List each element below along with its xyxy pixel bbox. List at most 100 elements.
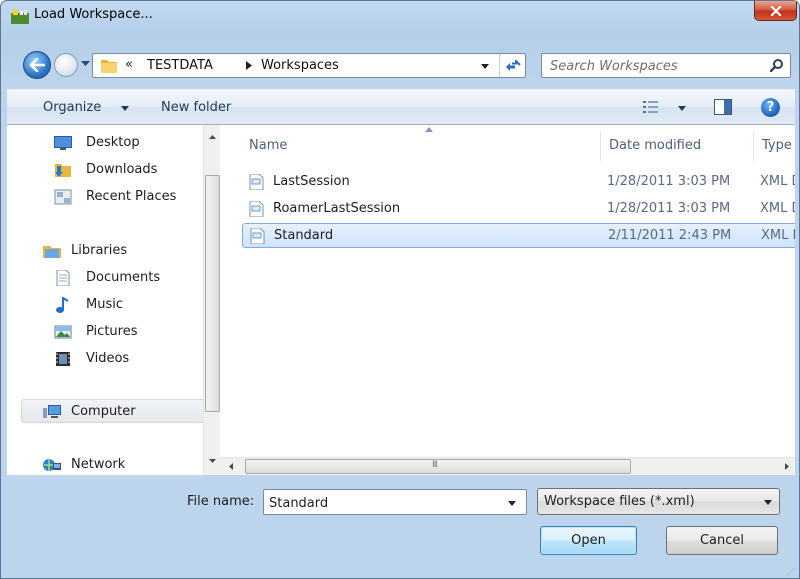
close-button[interactable] — [754, 1, 797, 21]
chevron-right-icon[interactable] — [246, 61, 252, 70]
scroll-right-arrow-icon[interactable] — [785, 463, 789, 470]
preview-pane-icon[interactable] — [714, 99, 732, 115]
file-name-input[interactable] — [269, 494, 489, 512]
sort-ascending-icon — [425, 127, 433, 132]
column-header-type[interactable]: Type — [762, 138, 792, 153]
search-icon[interactable] — [770, 58, 784, 72]
file-row-lastsession[interactable]: LastSession 1/28/2011 3:03 PM XML D — [242, 170, 795, 195]
file-list-pane[interactable]: Name Date modified Type LastSession 1/28… — [220, 125, 795, 475]
resize-grip-icon[interactable]: ⋰ — [787, 567, 795, 576]
address-bar[interactable]: « TESTDATA Workspaces — [92, 53, 526, 78]
nav-item-music[interactable]: Music — [7, 293, 203, 317]
documents-icon — [56, 270, 70, 286]
nav-item-computer[interactable]: Computer — [21, 399, 207, 423]
chevron-down-icon — [764, 500, 772, 505]
file-type-select[interactable]: Workspace files (*.xml) — [537, 488, 780, 515]
nav-item-videos[interactable]: Videos — [7, 347, 203, 371]
scroll-up-arrow-icon[interactable] — [209, 135, 216, 139]
file-date-modified: 1/28/2011 3:03 PM — [607, 201, 731, 216]
nav-item-label: Downloads — [86, 162, 158, 177]
file-name: Standard — [274, 228, 334, 243]
nav-item-desktop[interactable]: Desktop — [7, 131, 203, 155]
nav-item-downloads[interactable]: Downloads — [7, 158, 203, 182]
scroll-grip: III — [432, 460, 438, 470]
navigation-pane[interactable]: Desktop Downloads Recent Places Librarie… — [7, 125, 220, 477]
file-list-horizontal-scrollbar[interactable]: III — [220, 457, 795, 475]
nav-item-label: Videos — [86, 351, 130, 366]
nav-item-label: Pictures — [86, 324, 138, 339]
file-type: XML D — [761, 228, 795, 243]
breadcrumb-overflow[interactable]: « — [125, 57, 133, 72]
workspace-app-icon — [11, 9, 29, 24]
libraries-icon — [43, 246, 61, 258]
nav-pane-scroll-thumb[interactable] — [205, 175, 220, 412]
downloads-folder-icon — [55, 164, 71, 177]
breadcrumb-testdata[interactable]: TESTDATA — [147, 58, 213, 73]
folder-icon — [101, 60, 117, 73]
column-divider[interactable] — [600, 131, 601, 161]
load-workspace-dialog: Load Workspace... « TESTDATA Workspaces — [0, 0, 800, 579]
nav-item-label: Documents — [86, 270, 161, 285]
xml-file-icon — [250, 228, 265, 244]
window-title: Load Workspace... — [34, 7, 153, 22]
close-icon — [770, 5, 781, 16]
nav-item-network[interactable]: Network — [7, 453, 203, 477]
xml-file-icon — [249, 201, 264, 217]
nav-item-pictures[interactable]: Pictures — [7, 320, 203, 344]
nav-item-libraries[interactable]: Libraries — [7, 239, 203, 263]
scroll-down-arrow-icon[interactable] — [209, 459, 216, 463]
file-name-combobox[interactable] — [263, 489, 527, 515]
arrow-left-icon — [29, 58, 45, 72]
scroll-left-arrow-icon[interactable] — [229, 463, 233, 470]
nav-item-documents[interactable]: Documents — [7, 266, 203, 290]
network-icon — [43, 459, 61, 471]
videos-icon — [56, 352, 70, 366]
chevron-down-icon[interactable] — [508, 501, 516, 506]
file-name: RoamerLastSession — [273, 201, 401, 216]
nav-item-label: Computer — [71, 404, 136, 419]
chevron-down-icon[interactable] — [481, 64, 489, 69]
chevron-down-icon[interactable] — [121, 106, 129, 111]
refresh-button[interactable] — [499, 54, 525, 77]
file-row-standard[interactable]: Standard 2/11/2011 2:43 PM XML D — [242, 223, 795, 248]
recent-pages-dropdown-icon[interactable] — [81, 61, 90, 67]
pictures-icon — [54, 325, 72, 339]
open-button[interactable]: Open — [540, 526, 637, 555]
nav-item-label: Libraries — [71, 243, 128, 258]
forward-button[interactable] — [54, 53, 78, 77]
back-button[interactable] — [23, 51, 51, 79]
nav-item-label: Recent Places — [86, 189, 177, 204]
nav-item-label: Network — [71, 457, 126, 472]
column-header-name[interactable]: Name — [249, 138, 287, 153]
file-list-scroll-thumb[interactable]: III — [245, 459, 631, 474]
desktop-icon — [54, 136, 72, 150]
nav-item-recent-places[interactable]: Recent Places — [7, 185, 203, 209]
music-icon — [56, 297, 69, 313]
column-header-date-modified[interactable]: Date modified — [609, 138, 701, 153]
file-row-roamerlastsession[interactable]: RoamerLastSession 1/28/2011 3:03 PM XML … — [242, 197, 795, 222]
nav-pane-vertical-scrollbar[interactable] — [203, 125, 220, 475]
breadcrumb-workspaces[interactable]: Workspaces — [261, 58, 339, 73]
nav-item-label: Desktop — [86, 135, 140, 150]
help-icon: ? — [766, 100, 775, 115]
file-type: XML D — [760, 174, 795, 189]
search-box[interactable] — [541, 53, 791, 78]
column-divider[interactable] — [753, 131, 754, 161]
cancel-button[interactable]: Cancel — [666, 526, 778, 555]
file-name: LastSession — [273, 174, 350, 189]
computer-icon — [43, 405, 61, 418]
file-date-modified: 2/11/2011 2:43 PM — [608, 228, 732, 243]
help-button[interactable]: ? — [761, 98, 780, 117]
recent-places-icon — [54, 189, 72, 205]
new-folder-button[interactable]: New folder — [161, 100, 231, 115]
search-input[interactable] — [550, 57, 750, 75]
command-toolbar: Organize New folder ? — [7, 89, 795, 125]
file-date-modified: 1/28/2011 3:03 PM — [607, 174, 731, 189]
refresh-icon — [505, 59, 521, 71]
file-name-label: File name: — [187, 494, 255, 509]
change-view-icon[interactable] — [643, 100, 659, 114]
title-bar[interactable]: Load Workspace... — [1, 1, 799, 31]
xml-file-icon — [249, 174, 264, 190]
organize-menu[interactable]: Organize — [43, 100, 101, 115]
chevron-down-icon[interactable] — [678, 106, 686, 111]
